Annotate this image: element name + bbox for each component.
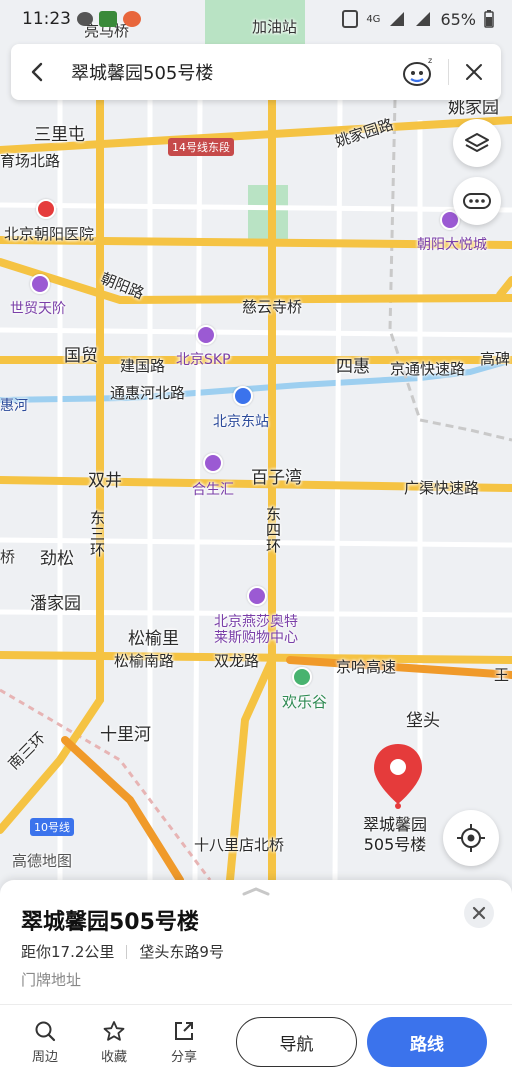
battery-icon: [484, 10, 494, 28]
map-label: 四惠: [336, 357, 370, 377]
map-label: 惠河: [0, 398, 28, 414]
divider: [0, 1004, 512, 1005]
map-label: 慈云寺桥: [242, 298, 303, 316]
favorite-label: 收藏: [100, 1050, 127, 1065]
map-label: 潘家园: [30, 594, 81, 614]
status-time: 11:23: [22, 9, 71, 29]
map-label: 高碑: [480, 350, 511, 368]
meta-divider: [126, 944, 128, 959]
voice-assistant-button[interactable]: z: [398, 52, 438, 92]
play-store-icon: [99, 11, 117, 27]
status-bar: 11:23 4G 65%: [0, 0, 512, 38]
place-detail-sheet[interactable]: 翠城馨园505号楼 距你17.2公里 垡头东路9号 门牌地址 周边 收藏 分享 …: [0, 880, 512, 1080]
map-label: 十里河: [100, 725, 151, 745]
map-label[interactable]: 莱斯购物中心: [214, 627, 298, 647]
shopping-icon[interactable]: [247, 586, 267, 606]
map-logo: 高德地图: [12, 852, 73, 870]
shopping-icon[interactable]: [203, 453, 223, 473]
subway-line-badge: 14号线东段: [168, 138, 234, 156]
place-title: 翠城馨园505号楼: [21, 910, 199, 935]
map-label: 东三环: [88, 510, 106, 558]
map-label: 百子湾: [251, 468, 302, 488]
map-label: 育场北路: [0, 152, 61, 170]
drag-handle-icon[interactable]: [242, 886, 270, 896]
map-label: 三里屯: [34, 125, 85, 145]
map-label[interactable]: 世贸天阶: [10, 298, 66, 318]
layers-button[interactable]: [453, 119, 501, 167]
share-label: 分享: [170, 1050, 197, 1065]
divider: [448, 59, 449, 85]
shopping-icon[interactable]: [30, 274, 50, 294]
search-icon: [35, 1021, 56, 1042]
svg-text:z: z: [428, 56, 432, 65]
map-label: 双龙路: [214, 652, 260, 670]
map-label: 垡头: [406, 711, 440, 731]
app-badge-icon: [123, 11, 141, 27]
place-address: 垡头东路9号: [139, 943, 224, 961]
map-label: 京通快速路: [390, 360, 466, 378]
network-type: 4G: [366, 13, 381, 25]
layers-icon: [465, 133, 489, 152]
marker-label-line2: 505号楼: [363, 835, 427, 854]
subway-line-badge: 10号线: [30, 818, 74, 836]
map-label[interactable]: 北京SKP: [176, 349, 231, 369]
map-label: 松榆里: [128, 629, 179, 649]
star-icon: [103, 1021, 125, 1041]
map-label: 桥: [0, 548, 16, 566]
map-label[interactable]: 欢乐谷: [282, 691, 327, 712]
nearby-button[interactable]: 周边: [20, 1020, 70, 1065]
place-meta: 距你17.2公里 垡头东路9号: [21, 941, 224, 962]
back-arrow-icon: [31, 62, 43, 82]
signal-icon: [416, 12, 431, 26]
park-icon[interactable]: [292, 667, 312, 687]
nfc-icon: [342, 10, 359, 28]
more-icon: [463, 193, 491, 209]
map-label[interactable]: 北京朝阳医院: [4, 223, 94, 244]
close-search-button[interactable]: [459, 57, 489, 87]
navigate-button[interactable]: 导航: [236, 1017, 357, 1067]
map-label: 劲松: [40, 549, 74, 569]
shopping-icon[interactable]: [196, 325, 216, 345]
wechat-icon: [77, 12, 93, 26]
train-station-icon[interactable]: [233, 386, 253, 406]
map-label[interactable]: 朝阳大悦城: [417, 234, 487, 254]
close-sheet-button[interactable]: [464, 898, 494, 928]
map-label: 十八里店北桥: [194, 836, 285, 854]
favorite-button[interactable]: 收藏: [89, 1020, 139, 1065]
map-label: 松榆南路: [114, 652, 175, 670]
place-distance: 距你17.2公里: [21, 943, 115, 961]
voice-assistant-icon: z: [403, 56, 432, 86]
nearby-label: 周边: [31, 1050, 58, 1065]
marker-label-line1: 翠城馨园: [363, 815, 428, 834]
place-type: 门牌地址: [21, 971, 82, 989]
map-label: 广渠快速路: [404, 479, 480, 497]
map-label: 东四环: [264, 506, 282, 554]
marker-label[interactable]: 翠城馨园 505号楼: [363, 815, 427, 855]
map-label[interactable]: 合生汇: [192, 479, 234, 499]
locate-me-button[interactable]: [443, 810, 499, 866]
hospital-icon[interactable]: [36, 199, 56, 219]
map-label: 双井: [88, 471, 122, 491]
route-button[interactable]: 路线: [367, 1017, 487, 1067]
map-label[interactable]: 北京东站: [213, 411, 269, 431]
location-pin-icon[interactable]: [372, 742, 424, 810]
share-button[interactable]: 分享: [159, 1020, 209, 1065]
search-input[interactable]: 翠城馨园505号楼: [71, 59, 398, 85]
search-bar[interactable]: 翠城馨园505号楼 z: [11, 44, 501, 100]
back-button[interactable]: [23, 58, 51, 86]
more-button[interactable]: [453, 177, 501, 225]
battery-level: 65%: [440, 9, 476, 29]
share-icon: [175, 1022, 193, 1040]
map-view[interactable]: 亮马桥 加油站 三里屯 姚家园 姚家园路 育场北路 14号线东段 北京朝阳医院 …: [0, 0, 512, 900]
map-label: 建国路: [120, 357, 166, 375]
signal-icon: [390, 12, 405, 26]
close-icon: [466, 64, 482, 80]
map-label: 国贸: [64, 346, 98, 366]
map-label: 京哈高速: [336, 658, 397, 676]
close-icon: [472, 906, 486, 920]
map-label: 王: [494, 666, 510, 684]
locate-icon: [457, 824, 485, 852]
map-label: 通惠河北路: [110, 384, 186, 402]
